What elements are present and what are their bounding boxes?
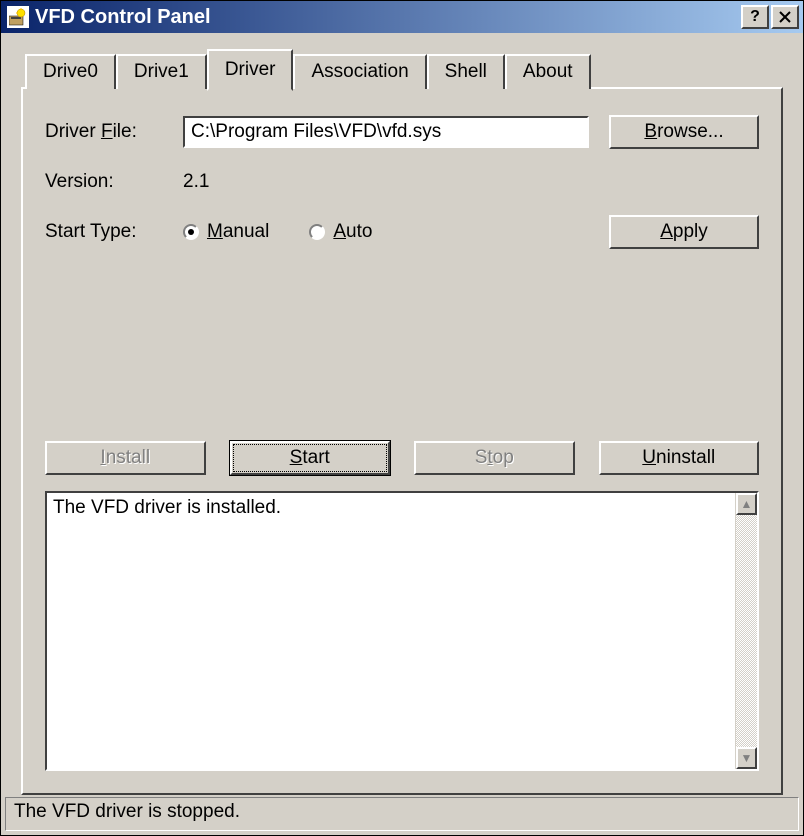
tabstrip: Drive0 Drive1 Driver Association Shell A… (21, 53, 783, 89)
version-value: 2.1 (183, 171, 209, 193)
help-button[interactable]: ? (741, 5, 769, 29)
uninstall-button[interactable]: Uninstall (599, 441, 760, 475)
version-label: Version: (45, 171, 183, 193)
tab-driver[interactable]: Driver (207, 49, 294, 91)
log-textbox[interactable]: The VFD driver is installed. ▲ ▼ (45, 491, 759, 771)
action-button-row: Install Start Stop Uninstall (45, 441, 759, 475)
start-type-label: Start Type: (45, 221, 183, 243)
start-type-group: Manual Auto (183, 221, 372, 243)
close-button[interactable] (771, 5, 799, 29)
statusbar: The VFD driver is stopped. (5, 797, 799, 831)
apply-button[interactable]: Apply (609, 215, 759, 249)
tab-about[interactable]: About (505, 54, 591, 89)
titlebar: VFD Control Panel ? (1, 1, 803, 33)
radio-manual-label: Manual (207, 221, 269, 243)
app-window: VFD Control Panel ? Drive0 Drive1 Driver… (0, 0, 804, 836)
app-icon (7, 6, 29, 28)
tab-control: Drive0 Drive1 Driver Association Shell A… (21, 53, 783, 795)
driver-file-row: Driver File: Browse... (45, 115, 759, 149)
radio-auto-dot (309, 224, 325, 240)
install-button[interactable]: Install (45, 441, 206, 475)
tab-association[interactable]: Association (293, 54, 426, 89)
driver-file-label: Driver File: (45, 121, 183, 143)
scroll-track[interactable] (736, 515, 757, 747)
stop-button[interactable]: Stop (414, 441, 575, 475)
start-button[interactable]: Start (230, 441, 391, 475)
tab-shell[interactable]: Shell (427, 54, 505, 89)
window-title: VFD Control Panel (35, 6, 739, 29)
tab-drive0[interactable]: Drive0 (25, 54, 116, 89)
scroll-up-button[interactable]: ▲ (736, 493, 757, 515)
radio-auto[interactable]: Auto (309, 221, 372, 243)
version-row: Version: 2.1 (45, 171, 759, 193)
browse-button[interactable]: Browse... (609, 115, 759, 149)
radio-auto-label: Auto (333, 221, 372, 243)
status-text: The VFD driver is stopped. (5, 797, 799, 831)
start-type-row: Start Type: Manual Auto Apply (45, 215, 759, 249)
log-text: The VFD driver is installed. (53, 497, 281, 518)
radio-manual[interactable]: Manual (183, 221, 269, 243)
radio-manual-dot (183, 224, 199, 240)
tab-drive1[interactable]: Drive1 (116, 54, 207, 89)
scroll-down-button[interactable]: ▼ (736, 747, 757, 769)
client-area: Drive0 Drive1 Driver Association Shell A… (1, 33, 803, 835)
log-scrollbar[interactable]: ▲ ▼ (735, 493, 757, 769)
tab-page-driver: Driver File: Browse... Version: 2.1 Star… (21, 87, 783, 795)
driver-file-input[interactable] (183, 116, 589, 148)
